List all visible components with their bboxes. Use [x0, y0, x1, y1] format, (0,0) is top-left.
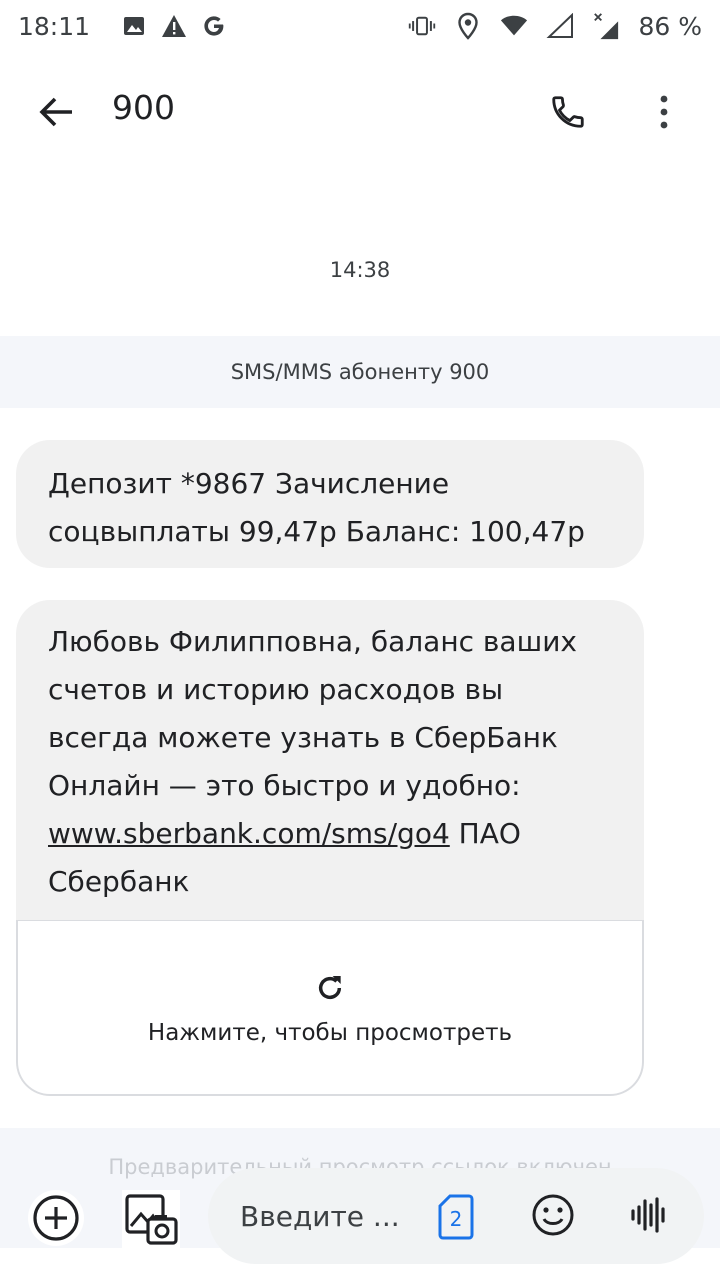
- gallery-camera-icon: [125, 1194, 178, 1245]
- compose-field: 2: [208, 1168, 704, 1264]
- message-link[interactable]: www.sberbank.com/sms/go4: [48, 817, 450, 850]
- gallery-camera-button[interactable]: [122, 1190, 180, 1248]
- emoji-button[interactable]: [530, 1192, 576, 1238]
- back-button[interactable]: [30, 86, 82, 138]
- sms-recipient-banner: SMS/MMS абоненту 900: [0, 336, 720, 408]
- location-icon: [454, 12, 482, 40]
- status-bar: 18:11 86 %: [0, 0, 720, 52]
- message-text: Любовь Филипповна, баланс ваших счетов и…: [16, 600, 644, 906]
- sim-number: 2: [449, 1207, 463, 1231]
- link-preview-button[interactable]: Нажмите, чтобы просмотреть: [16, 920, 644, 1096]
- message-input[interactable]: [240, 1192, 408, 1240]
- message-text-part: Любовь Филипповна, баланс ваших счетов и…: [48, 625, 577, 802]
- more-options-button[interactable]: [638, 86, 690, 138]
- app-bar: 900: [0, 60, 720, 164]
- message-bubble[interactable]: Любовь Филипповна, баланс ваших счетов и…: [16, 600, 644, 1096]
- conversation-title: 900: [112, 88, 175, 127]
- signal-no-service-icon: [592, 12, 620, 40]
- message-timestamp: 14:38: [329, 258, 391, 282]
- vibrate-icon: [408, 12, 436, 40]
- battery-percent: 86 %: [638, 11, 702, 41]
- gallery-icon: [120, 12, 148, 40]
- message-bubble[interactable]: Депозит *9867 Зачисление соцвыплаты 99,4…: [16, 440, 644, 568]
- more-vert-icon: [660, 95, 668, 129]
- status-left: 18:11: [18, 12, 228, 41]
- compose-bar: 2: [0, 1160, 720, 1280]
- add-circle-icon: [33, 1195, 79, 1241]
- sim-select-button[interactable]: 2: [434, 1192, 478, 1242]
- wifi-icon: [500, 12, 528, 40]
- google-icon: [200, 12, 228, 40]
- call-button[interactable]: [542, 86, 594, 138]
- signal-empty-icon: [546, 12, 574, 40]
- sms-banner-label: SMS/MMS абоненту 900: [230, 360, 490, 384]
- audio-wave-icon: [631, 1197, 665, 1233]
- warning-icon: [160, 12, 188, 40]
- add-attachment-button[interactable]: [28, 1190, 84, 1246]
- emoji-icon: [532, 1194, 574, 1236]
- voice-message-button[interactable]: [626, 1192, 672, 1238]
- phone-icon: [552, 96, 584, 128]
- status-time: 18:11: [18, 11, 91, 41]
- arrow-left-icon: [39, 97, 72, 127]
- message-text: Депозит *9867 Зачисление соцвыплаты 99,4…: [48, 467, 585, 548]
- status-right: 86 %: [408, 12, 702, 41]
- link-preview-label: Нажмите, чтобы просмотреть: [147, 1019, 513, 1046]
- refresh-icon: [312, 970, 348, 1006]
